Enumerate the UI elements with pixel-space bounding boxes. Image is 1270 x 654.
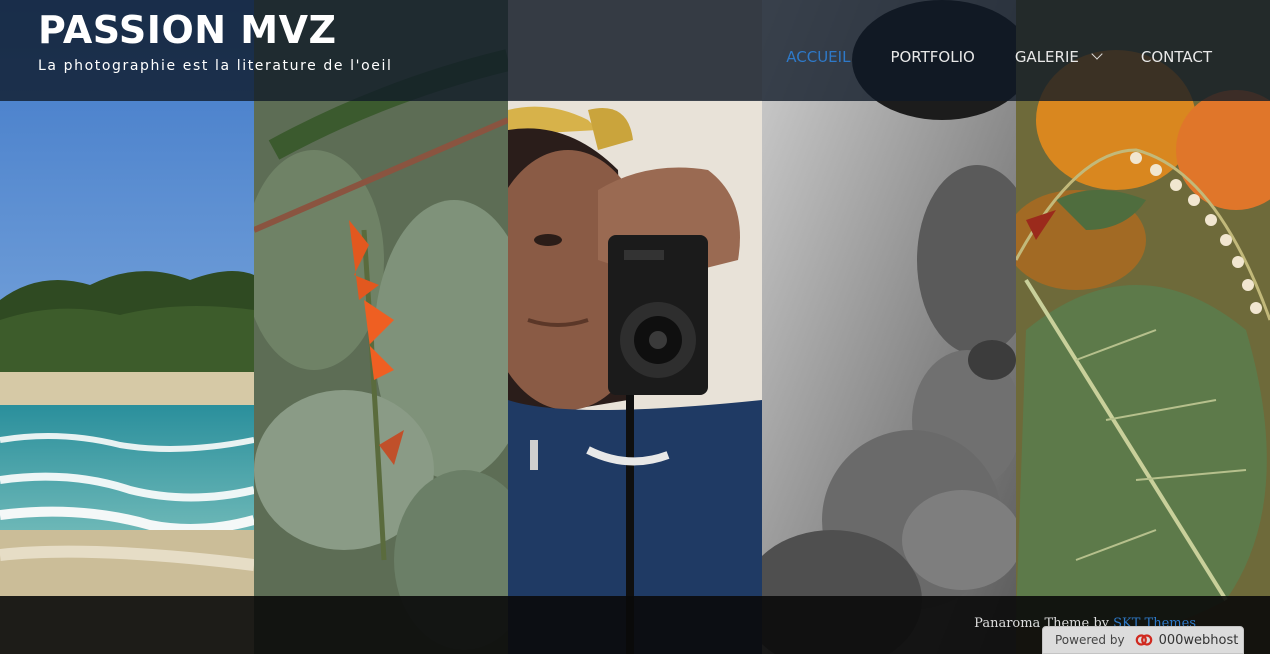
main-navigation: ACCUEIL PORTFOLIO GALERIE CONTACT	[746, 48, 1212, 66]
badge-label: Powered by	[1055, 633, 1125, 647]
badge-brand: 000webhost	[1158, 632, 1239, 648]
nav-item-contact[interactable]: CONTACT	[1141, 48, 1212, 66]
nav-item-label: CONTACT	[1140, 48, 1212, 66]
site-title[interactable]: PASSION MVZ	[38, 8, 337, 52]
chevron-down-icon[interactable]	[1091, 48, 1103, 60]
nav-item-galerie[interactable]: GALERIE	[1014, 48, 1103, 66]
webhost-logo-icon	[1135, 634, 1152, 646]
powered-by-badge[interactable]: Powered by 000webhost	[1042, 626, 1244, 654]
site-header: PASSION MVZ La photographie est la liter…	[0, 0, 1270, 101]
nav-item-label: GALERIE	[1014, 48, 1079, 66]
nav-item-label: ACCUEIL	[786, 48, 851, 66]
nav-item-portfolio[interactable]: PORTFOLIO	[890, 48, 974, 66]
site-tagline: La photographie est la literature de l'o…	[38, 58, 393, 74]
nav-item-accueil[interactable]: ACCUEIL	[786, 48, 850, 66]
nav-item-label: PORTFOLIO	[890, 48, 975, 66]
